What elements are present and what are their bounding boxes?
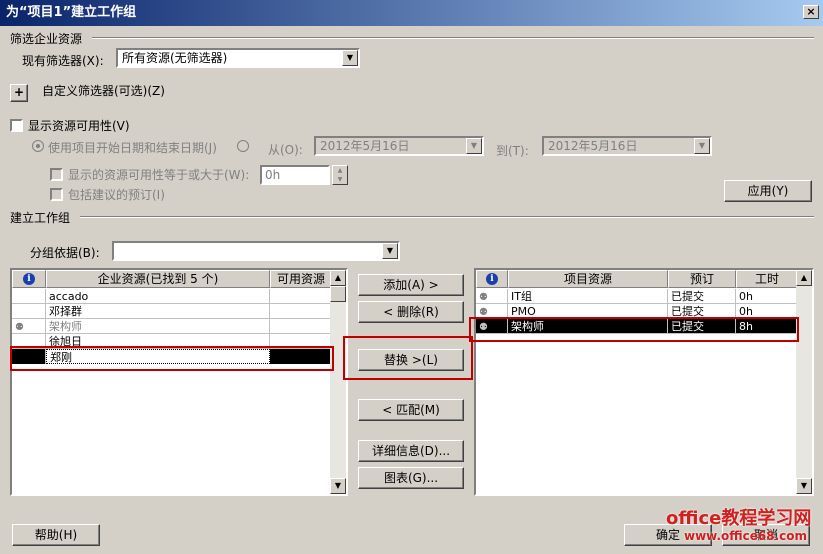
scroll-up-icon[interactable]: ▲ xyxy=(796,270,812,286)
existing-filter-label: 现有筛选器(X): xyxy=(22,54,104,68)
include-proposed-checkbox[interactable] xyxy=(50,188,63,201)
dropdown-arrow-icon[interactable]: ▼ xyxy=(342,50,358,66)
filter-section-heading: 筛选企业资源 xyxy=(10,32,83,46)
scroll-up-icon[interactable]: ▲ xyxy=(330,270,346,286)
resource-generic-icon: ⚉ xyxy=(479,292,488,303)
watermark-url: www.office68.com xyxy=(684,529,808,543)
include-proposed-label: 包括建议的预订(I) xyxy=(68,188,165,202)
graphs-button[interactable]: 图表(G)... xyxy=(358,467,464,489)
spin-up-icon[interactable]: ▲ xyxy=(333,166,347,175)
enterprise-resources-grid[interactable]: i 企业资源(已找到 5 个) 可用资源 accado 邓择群 ⚉ 架构师 徐旭… xyxy=(10,268,348,496)
dropdown-arrow-icon[interactable]: ▼ xyxy=(466,138,482,154)
use-project-dates-label: 使用项目开始日期和结束日期(J) xyxy=(48,141,217,155)
to-label: 到(T): xyxy=(496,144,529,158)
team-section-heading: 建立工作组 xyxy=(10,211,71,225)
existing-filter-value: 所有资源(无筛选器) xyxy=(122,51,228,65)
help-button[interactable]: 帮助(H) xyxy=(12,524,100,546)
section-divider xyxy=(92,37,814,39)
use-project-dates-radio[interactable] xyxy=(32,140,44,152)
apply-button[interactable]: 应用(Y) xyxy=(724,180,812,202)
info-column-header: i xyxy=(12,270,46,288)
enterprise-grid-scrollbar[interactable]: ▲ ▼ xyxy=(330,270,346,494)
from-date-value: 2012年5月16日 xyxy=(320,139,410,153)
existing-filter-combo[interactable]: 所有资源(无筛选器) ▼ xyxy=(116,48,360,68)
resource-name: 架构师 xyxy=(46,319,270,334)
to-date-combo[interactable]: 2012年5月16日 ▼ xyxy=(542,136,712,156)
window-title: 为“项目1”建立工作组 xyxy=(6,5,137,20)
watermark-title: office教程学习网 xyxy=(666,508,812,529)
add-button[interactable]: 添加(A) > xyxy=(358,274,464,296)
expand-plus-icon[interactable]: + xyxy=(10,84,28,102)
availability-threshold-checkbox[interactable] xyxy=(50,168,63,181)
spin-buttons[interactable]: ▲ ▼ xyxy=(332,165,348,185)
resource-name: IT组 xyxy=(508,289,668,304)
dropdown-arrow-icon[interactable]: ▼ xyxy=(694,138,710,154)
scroll-down-icon[interactable]: ▼ xyxy=(330,478,346,494)
resource-name: 邓择群 xyxy=(46,304,270,319)
highlight-replace-button xyxy=(343,336,473,380)
info-icon: i xyxy=(23,273,35,285)
resource-generic-icon: ⚉ xyxy=(15,322,24,333)
from-date-combo[interactable]: 2012年5月16日 ▼ xyxy=(314,136,484,156)
section-divider xyxy=(80,216,814,218)
table-row[interactable]: ⚉ IT组 已提交 0h xyxy=(476,289,798,304)
custom-dates-radio[interactable] xyxy=(237,140,249,152)
info-icon: i xyxy=(486,273,498,285)
project-grid-scrollbar[interactable]: ▲ ▼ xyxy=(796,270,812,494)
from-label: 从(O): xyxy=(268,143,303,157)
booking-header[interactable]: 预订 xyxy=(668,270,736,288)
project-name-header[interactable]: 项目资源 xyxy=(508,270,668,288)
details-button[interactable]: 详细信息(D)... xyxy=(358,440,464,462)
project-resources-grid[interactable]: i 项目资源 预订 工时 ⚉ IT组 已提交 0h ⚉ PMO 已提交 0h ⚉… xyxy=(474,268,814,496)
available-header[interactable]: 可用资源 xyxy=(270,270,332,288)
show-availability-label: 显示资源可用性(V) xyxy=(28,119,130,133)
booking-value: 已提交 xyxy=(668,289,736,304)
title-bar: 为“项目1”建立工作组 × xyxy=(0,0,823,26)
table-row[interactable]: ⚉ 架构师 xyxy=(12,319,332,334)
table-row[interactable]: accado xyxy=(12,289,332,304)
custom-filter-label: 自定义筛选器(可选)(Z) xyxy=(42,84,165,98)
scroll-thumb[interactable] xyxy=(330,286,346,302)
highlight-project-row xyxy=(469,317,799,342)
work-value: 0h xyxy=(736,289,798,304)
resource-name: accado xyxy=(46,289,270,304)
close-icon[interactable]: × xyxy=(803,5,819,19)
spin-down-icon[interactable]: ▼ xyxy=(333,175,347,184)
dropdown-arrow-icon[interactable]: ▼ xyxy=(382,243,398,259)
availability-threshold-value: 0h xyxy=(265,168,281,182)
group-by-label: 分组依据(B): xyxy=(30,246,100,260)
highlight-enterprise-row xyxy=(10,346,334,371)
group-by-combo[interactable]: ▼ xyxy=(112,241,400,261)
work-header[interactable]: 工时 xyxy=(736,270,798,288)
show-availability-checkbox[interactable] xyxy=(10,119,23,132)
info-column-header: i xyxy=(476,270,508,288)
table-row[interactable]: 邓择群 xyxy=(12,304,332,319)
availability-threshold-input[interactable]: 0h xyxy=(260,165,330,185)
availability-threshold-label: 显示的资源可用性等于或大于(W): xyxy=(68,168,250,182)
to-date-value: 2012年5月16日 xyxy=(548,139,638,153)
match-button[interactable]: < 匹配(M) xyxy=(358,399,464,421)
enterprise-name-header[interactable]: 企业资源(已找到 5 个) xyxy=(46,270,270,288)
remove-button[interactable]: < 删除(R) xyxy=(358,301,464,323)
scroll-down-icon[interactable]: ▼ xyxy=(796,478,812,494)
